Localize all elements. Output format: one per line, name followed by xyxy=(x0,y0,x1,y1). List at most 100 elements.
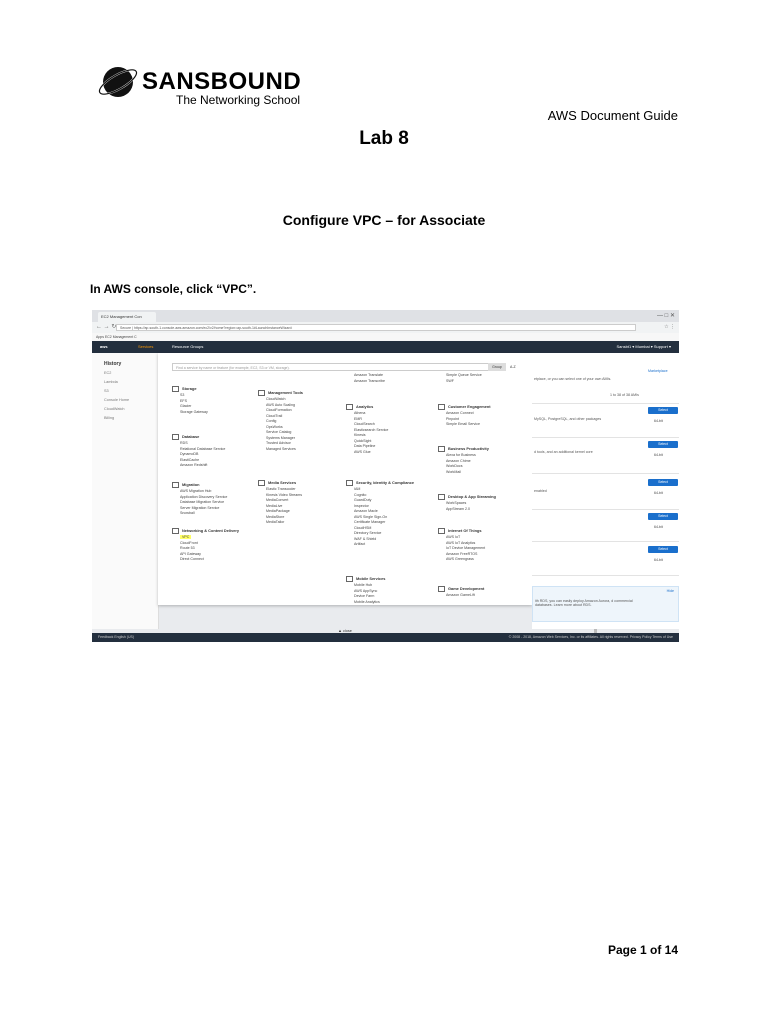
service-link[interactable]: AWS Greengrass xyxy=(438,557,485,563)
ami-list-background: Marketplace etplace, or you can select o… xyxy=(532,353,679,629)
service-category: Mobile Services Mobile Hub AWS AppSync Devi… xyxy=(346,575,385,605)
service-link[interactable]: AWS Glue xyxy=(346,450,388,456)
category-icon xyxy=(172,385,179,392)
marketplace-link[interactable]: Marketplace xyxy=(648,369,668,373)
service-link[interactable]: Amazon Transcribe xyxy=(346,379,385,385)
hide-link[interactable]: Hide xyxy=(667,589,674,593)
service-link[interactable]: Direct Connect xyxy=(172,557,239,563)
service-link[interactable]: MediaTailor xyxy=(258,520,302,526)
history-item[interactable]: Lambda xyxy=(104,380,129,389)
instruction-text: In AWS console, click “VPC”. xyxy=(90,282,257,296)
service-link-text: Mobile Hub xyxy=(354,583,373,587)
service-link-text: Glacier xyxy=(180,404,192,408)
category-title-text: Mobile Services xyxy=(356,576,386,581)
service-link-text: WorkSpaces xyxy=(446,501,467,505)
services-menu[interactable]: Services xyxy=(138,341,153,353)
service-link-text: Direct Connect xyxy=(180,557,204,561)
service-link-text: CloudSearch xyxy=(354,422,375,426)
service-link-text: Amazon Redshift xyxy=(180,463,208,467)
globe-logo-icon xyxy=(98,67,138,97)
service-link[interactable]: WorkMail xyxy=(438,470,489,476)
service-link-text: CloudHSM xyxy=(354,525,372,530)
service-link-text: MediaPackage xyxy=(266,509,290,513)
service-link[interactable]: SWF xyxy=(438,379,482,385)
category-title-text: Internet Of Things xyxy=(448,528,482,533)
aws-logo[interactable]: aws xyxy=(100,341,108,353)
service-link-text: Application Discovery Service xyxy=(180,494,228,499)
service-link-text: Amazon Connect xyxy=(446,411,474,415)
history-item[interactable]: Console Home xyxy=(104,398,129,407)
history-item[interactable]: S3 xyxy=(104,389,129,398)
service-link[interactable]: Snowball xyxy=(172,511,227,517)
arch-label: 64-bit xyxy=(654,525,663,529)
service-link-text: Route 53 xyxy=(180,546,195,550)
history-item[interactable]: Billing xyxy=(104,416,129,425)
browser-tab[interactable]: EC2 Management Con xyxy=(98,312,156,322)
service-link-text: AWS Single Sign-On xyxy=(354,514,388,519)
service-link[interactable]: Artifact xyxy=(346,542,414,548)
service-link-text: Storage Gateway xyxy=(180,409,208,414)
browser-tab-bar: EC2 Management Con — □ ✕ xyxy=(92,310,679,322)
category-title: Networking & Content Delivery xyxy=(172,527,239,535)
service-category: Analytics Athena EMR CloudSearch Elasticsear… xyxy=(346,403,388,455)
window-controls-icon[interactable]: — □ ✕ xyxy=(657,312,675,319)
group-toggle-button[interactable]: Group xyxy=(488,363,506,371)
service-link-text: Database Migration Service xyxy=(180,500,225,504)
divider xyxy=(532,473,679,474)
service-category: Media Services Elastic Transcoder Kinesis … xyxy=(258,479,302,526)
service-link[interactable]: Mobile Analytics xyxy=(346,600,385,606)
browser-menu-icon[interactable]: ☆ ⋮ xyxy=(664,324,675,330)
service-link-text: IoT Device Management xyxy=(446,546,486,550)
category-title: Internet Of Things xyxy=(438,527,485,535)
history-item[interactable]: CloudWatch xyxy=(104,407,129,416)
ami-desc-3: enabled xyxy=(534,489,547,493)
account-region-support-menu[interactable]: Sansbt1 ▾ Mumbai ▾ Support ▾ xyxy=(617,341,672,353)
service-link-text: AWS Auto Scaling xyxy=(266,402,296,407)
service-link[interactable]: Amazon GameLift xyxy=(438,593,484,599)
service-category: Storage S3 EFS Glacier Storage Gateway xyxy=(172,385,208,415)
select-ami-button[interactable]: Select xyxy=(648,513,678,520)
divider xyxy=(532,437,679,438)
az-toggle-button[interactable]: A-Z xyxy=(510,363,516,371)
service-link-text: AWS Glue xyxy=(354,449,371,454)
service-link-text: QuickSight xyxy=(354,438,372,443)
select-ami-button[interactable]: Select xyxy=(648,441,678,448)
service-search-input[interactable]: Find a service by name or feature (for e… xyxy=(172,363,494,371)
category-title-text: Networking & Content Delivery xyxy=(182,528,240,533)
service-link-text: Amazon Chime xyxy=(446,458,471,463)
ami-pager[interactable]: 1 to 38 of 38 AMIs xyxy=(610,393,639,397)
service-link[interactable]: Amazon Redshift xyxy=(172,463,225,469)
service-link-text: Alexa for Business xyxy=(446,453,476,457)
rds-info-text: ith RDS, you can easily deploy Amazon Au… xyxy=(535,599,633,607)
service-category: Game Development Amazon GameLift xyxy=(438,585,484,599)
category-title-text: Storage xyxy=(182,386,197,391)
service-link[interactable]: Managed Services xyxy=(258,447,303,453)
service-link[interactable]: AppStream 2.0 xyxy=(438,507,496,513)
ami-intro-text: etplace, or you can select one of your o… xyxy=(534,377,612,381)
footer-right-links[interactable]: © 2008 - 2018, Amazon Web Services, Inc.… xyxy=(509,633,673,642)
category-title: Migration xyxy=(172,481,227,489)
history-item[interactable]: EC2 xyxy=(104,371,129,380)
nav-arrows-icon[interactable]: ← → ↻ xyxy=(96,323,116,330)
service-link-text: CloudWatch xyxy=(266,397,286,401)
category-title-text: Game Development xyxy=(448,586,485,591)
select-ami-button[interactable]: Select xyxy=(648,407,678,414)
category-icon xyxy=(258,479,265,486)
select-ami-button[interactable]: Select xyxy=(648,546,678,553)
service-link-text: Amazon Macie xyxy=(354,509,378,513)
arch-label: 64-bit xyxy=(654,419,663,423)
service-link-text: Inspector xyxy=(354,503,369,508)
url-field[interactable]: Secure | https://ap-south-1.console.aws.… xyxy=(116,324,636,331)
service-link-text: GuardDuty xyxy=(354,498,372,502)
category-title-text: Security, Identity & Compliance xyxy=(356,480,415,485)
select-ami-button[interactable]: Select xyxy=(648,479,678,486)
service-link-text: MediaStore xyxy=(266,514,285,519)
footer-left-links[interactable]: Feedback English (US) xyxy=(98,633,134,642)
service-link-text: AppStream 2.0 xyxy=(446,506,470,511)
resource-groups-menu[interactable]: Resource Groups xyxy=(172,341,203,353)
service-link[interactable]: Storage Gateway xyxy=(172,410,208,416)
category-title-text: Media Services xyxy=(268,480,297,485)
service-link-text: WAF & Shield xyxy=(354,536,377,541)
category-icon xyxy=(346,479,353,486)
service-link[interactable]: Simple Email Service xyxy=(438,422,491,428)
